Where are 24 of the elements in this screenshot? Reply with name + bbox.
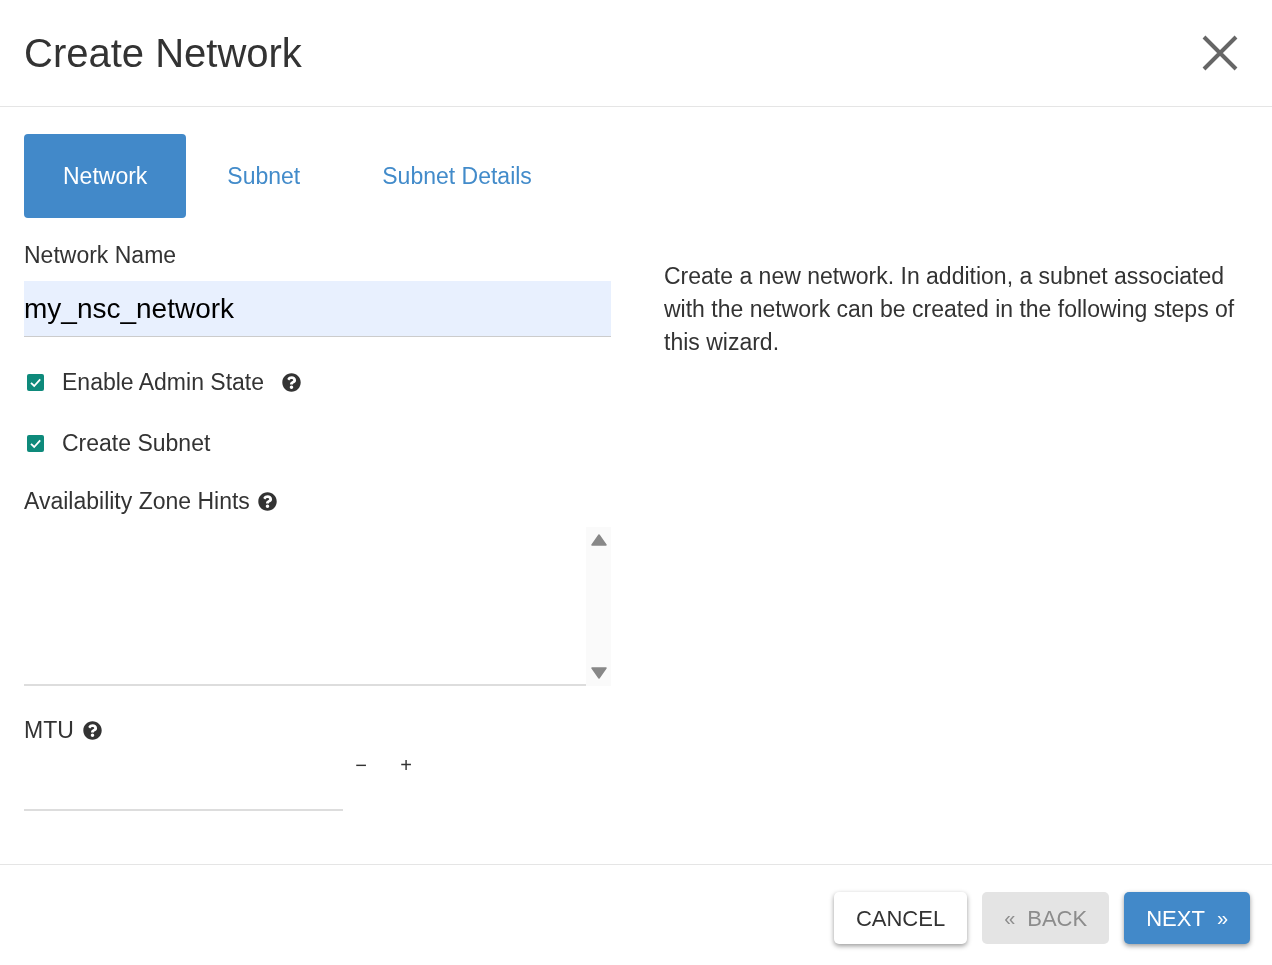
help-icon[interactable] bbox=[257, 491, 277, 511]
decrement-button[interactable]: − bbox=[349, 751, 373, 779]
scrollbar[interactable] bbox=[586, 527, 611, 686]
close-icon[interactable] bbox=[1202, 35, 1238, 71]
network-name-input[interactable]: my_nsc_network bbox=[24, 281, 611, 337]
field-label: Network Name bbox=[24, 242, 178, 268]
help-icon[interactable] bbox=[282, 372, 302, 392]
scroll-up-icon[interactable] bbox=[590, 534, 607, 546]
wizard-button[interactable]: NEXT » bbox=[1124, 892, 1250, 944]
wizard-tab[interactable]: Subnet Details bbox=[341, 134, 573, 218]
wizard-tab[interactable]: Network bbox=[24, 134, 187, 218]
dialog-title: Create Network bbox=[24, 33, 302, 73]
checkbox[interactable] bbox=[27, 373, 44, 391]
scroll-down-icon[interactable] bbox=[590, 667, 607, 679]
help-icon[interactable] bbox=[82, 720, 102, 740]
wizard-tab[interactable]: Subnet bbox=[186, 134, 342, 218]
checkbox-label[interactable]: Create Subnet bbox=[62, 430, 211, 456]
wizard-button[interactable]: CANCEL bbox=[833, 892, 968, 944]
checkbox-label[interactable]: Enable Admin State bbox=[62, 369, 265, 395]
field-label: Availability Zone Hints bbox=[24, 488, 250, 514]
checkbox[interactable] bbox=[27, 434, 44, 452]
help-text: Create a new network. In addition, a subnet associated with the network can be created in the following steps of this wizard. bbox=[664, 262, 1236, 357]
increment-button[interactable]: + bbox=[394, 751, 418, 779]
field-label: MTU bbox=[24, 717, 74, 743]
